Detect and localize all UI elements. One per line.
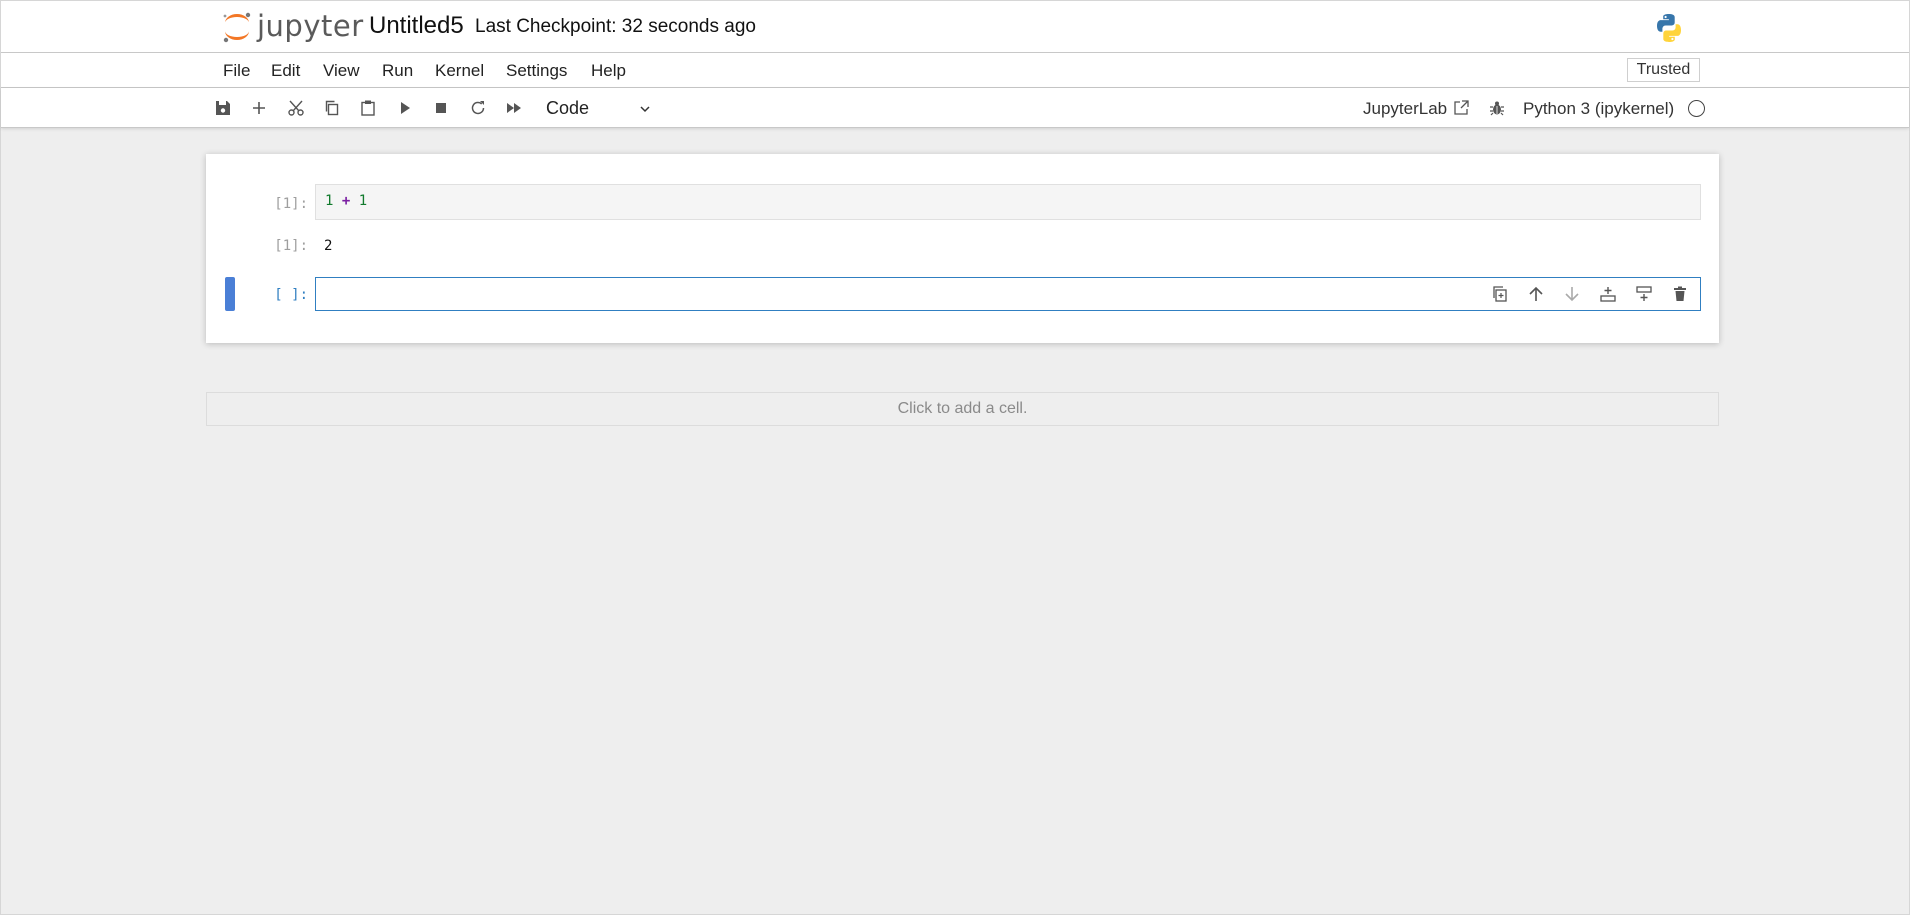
kernel-status-indicator xyxy=(1688,100,1705,117)
restart-icon xyxy=(471,101,485,115)
stop-icon xyxy=(436,103,446,113)
menu-bar: File Edit View Run Kernel Settings Help … xyxy=(1,53,1909,88)
cut-button[interactable] xyxy=(285,97,307,119)
insert-above-icon xyxy=(1600,287,1616,302)
interrupt-button[interactable] xyxy=(430,97,452,119)
insert-cell-above-button[interactable] xyxy=(1598,284,1618,304)
top-header: jupyter Untitled5 Last Checkpoint: 32 se… xyxy=(1,1,1909,53)
chevron-down-icon xyxy=(640,106,650,113)
menu-help[interactable]: Help xyxy=(591,61,626,81)
add-cell-footer[interactable]: Click to add a cell. xyxy=(206,392,1719,426)
debugger-bug-icon[interactable] xyxy=(1488,99,1506,117)
last-checkpoint-text: Last Checkpoint: 32 seconds ago xyxy=(475,16,756,37)
jupyter-logo-text: jupyter xyxy=(257,9,364,43)
input-prompt: [1]: xyxy=(274,196,308,212)
run-icon xyxy=(401,102,410,114)
open-in-jupyterlab-link[interactable]: JupyterLab xyxy=(1363,99,1447,119)
restart-button[interactable] xyxy=(467,97,489,119)
insert-cell-below-button[interactable] xyxy=(1634,284,1654,304)
jupyter-notebook-window: jupyter Untitled5 Last Checkpoint: 32 se… xyxy=(0,0,1910,915)
code-token-number: 1 xyxy=(325,193,334,209)
kernel-name[interactable]: Python 3 (ipykernel) xyxy=(1523,99,1674,119)
code-cell-input[interactable]: 1 + 1 xyxy=(315,184,1701,220)
menu-kernel[interactable]: Kernel xyxy=(435,61,484,81)
insert-cell-button[interactable] xyxy=(248,97,270,119)
copy-icon xyxy=(325,100,339,116)
menu-file[interactable]: File xyxy=(223,61,250,81)
move-down-icon xyxy=(1565,287,1579,302)
save-button[interactable] xyxy=(212,97,234,119)
cell-output: 2 xyxy=(324,238,333,254)
paste-button[interactable] xyxy=(357,97,379,119)
code-token-operator: + xyxy=(341,193,351,209)
insert-below-icon xyxy=(1636,286,1652,301)
active-input-prompt: [ ]: xyxy=(274,287,308,303)
add-icon xyxy=(253,102,265,114)
fast-forward-icon xyxy=(507,103,521,113)
code-token-number: 1 xyxy=(358,193,368,209)
move-cell-down-button[interactable] xyxy=(1562,284,1582,304)
menu-run[interactable]: Run xyxy=(382,61,413,81)
duplicate-cell-button[interactable] xyxy=(1490,284,1510,304)
jupyter-logo-icon[interactable] xyxy=(220,10,254,44)
notebook-toolbar: Code JupyterLab Python 3 (ipykernel) xyxy=(1,88,1909,128)
external-link-icon[interactable] xyxy=(1453,99,1470,116)
active-cell-collapser[interactable] xyxy=(225,277,235,311)
output-prompt: [1]: xyxy=(274,238,308,254)
notebook-title[interactable]: Untitled5 xyxy=(369,12,464,40)
delete-icon xyxy=(1674,286,1686,301)
active-code-cell-input[interactable] xyxy=(315,277,1701,311)
code-text: 1 + 1 xyxy=(325,193,367,209)
menu-edit[interactable]: Edit xyxy=(271,61,300,81)
cell-toolbar xyxy=(1490,284,1690,306)
python-logo-icon xyxy=(1657,14,1681,42)
cell-type-value: Code xyxy=(546,98,590,118)
delete-cell-button[interactable] xyxy=(1670,284,1690,304)
cell-type-dropdown[interactable]: Code xyxy=(538,94,658,122)
cut-icon xyxy=(288,100,304,116)
notebook-panel: [1]: 1 + 1 [1]: 2 [ ]: xyxy=(206,154,1719,343)
copy-button[interactable] xyxy=(321,97,343,119)
restart-run-all-button[interactable] xyxy=(503,97,525,119)
menu-settings[interactable]: Settings xyxy=(506,61,567,81)
trusted-indicator[interactable]: Trusted xyxy=(1627,58,1700,82)
menu-view[interactable]: View xyxy=(323,61,360,81)
run-button[interactable] xyxy=(394,97,416,119)
paste-icon xyxy=(361,100,375,116)
move-up-icon xyxy=(1529,286,1543,301)
duplicate-icon xyxy=(1493,286,1507,302)
save-icon xyxy=(216,101,230,115)
move-cell-up-button[interactable] xyxy=(1526,284,1546,304)
